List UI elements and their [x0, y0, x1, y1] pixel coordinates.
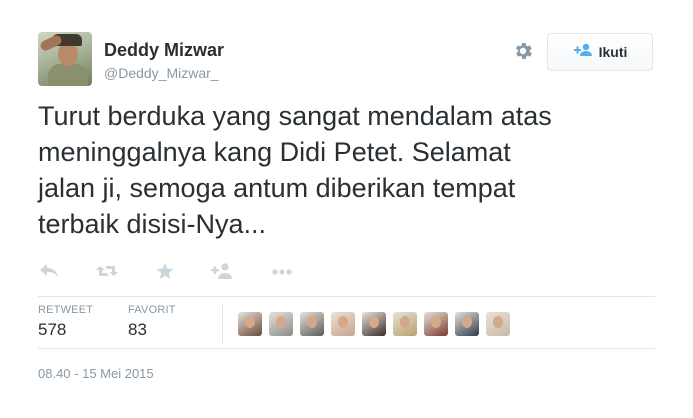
favoriter-avatar[interactable] — [362, 312, 386, 336]
favoriter-avatar-face — [338, 316, 348, 328]
tweet-text: Turut berduka yang sangat mendalam atas … — [38, 98, 668, 242]
favorite-stat[interactable]: FAVORIT 83 — [128, 304, 176, 340]
favoriter-avatar-face — [307, 316, 317, 328]
tweet-line: terbaik disisi-Nya... — [38, 209, 267, 239]
avatar-body-shape — [48, 64, 88, 86]
retweet-label: RETWEET — [38, 304, 94, 316]
favorite-label: FAVORIT — [128, 304, 176, 316]
reply-icon[interactable] — [38, 262, 62, 282]
favoriter-avatar[interactable] — [269, 312, 293, 336]
divider-top — [38, 296, 655, 297]
favoriter-avatar-face — [462, 316, 472, 328]
follow-button-label: Ikuti — [598, 44, 628, 60]
favoriter-avatar-face — [369, 316, 379, 328]
follow-icon[interactable] — [210, 262, 234, 282]
favoriter-avatar[interactable] — [300, 312, 324, 336]
divider-bottom — [38, 348, 655, 349]
favoriter-avatar-face — [431, 316, 441, 328]
tweet-card: Deddy Mizwar @Deddy_Mizwar_ Ikuti Turut … — [0, 0, 693, 418]
more-icon[interactable] — [270, 262, 294, 282]
timestamp[interactable]: 08.40 - 15 Mei 2015 — [38, 366, 154, 381]
retweet-count: 578 — [38, 320, 67, 339]
user-handle[interactable]: @Deddy_Mizwar_ — [104, 65, 219, 81]
favoriter-avatar[interactable] — [486, 312, 510, 336]
retweet-icon[interactable] — [95, 262, 119, 282]
tweet-line: meninggalnya kang Didi Petet. Selamat — [38, 137, 511, 167]
retweet-stat[interactable]: RETWEET 578 — [38, 304, 93, 340]
favoriter-avatar-face — [400, 316, 410, 328]
favoriter-avatar-face — [276, 316, 286, 328]
favoriter-avatar[interactable] — [331, 312, 355, 336]
add-user-icon — [573, 43, 593, 62]
favoriter-avatar-face — [493, 316, 503, 328]
follow-button[interactable]: Ikuti — [547, 33, 653, 71]
user-name[interactable]: Deddy Mizwar — [104, 40, 224, 61]
favoriter-avatar[interactable] — [455, 312, 479, 336]
gear-icon[interactable] — [512, 40, 534, 62]
avatar[interactable] — [38, 32, 92, 86]
favoriter-avatar[interactable] — [424, 312, 448, 336]
tweet-line: jalan ji, semoga antum diberikan tempat — [38, 173, 516, 203]
favorite-count: 83 — [128, 320, 147, 339]
favoriter-avatar[interactable] — [238, 312, 262, 336]
tweet-line: Turut berduka yang sangat mendalam atas — [38, 101, 552, 131]
favoriter-avatar-face — [245, 316, 255, 328]
favoriter-avatar[interactable] — [393, 312, 417, 336]
stats-separator — [222, 304, 223, 344]
favorite-icon[interactable] — [155, 262, 179, 282]
